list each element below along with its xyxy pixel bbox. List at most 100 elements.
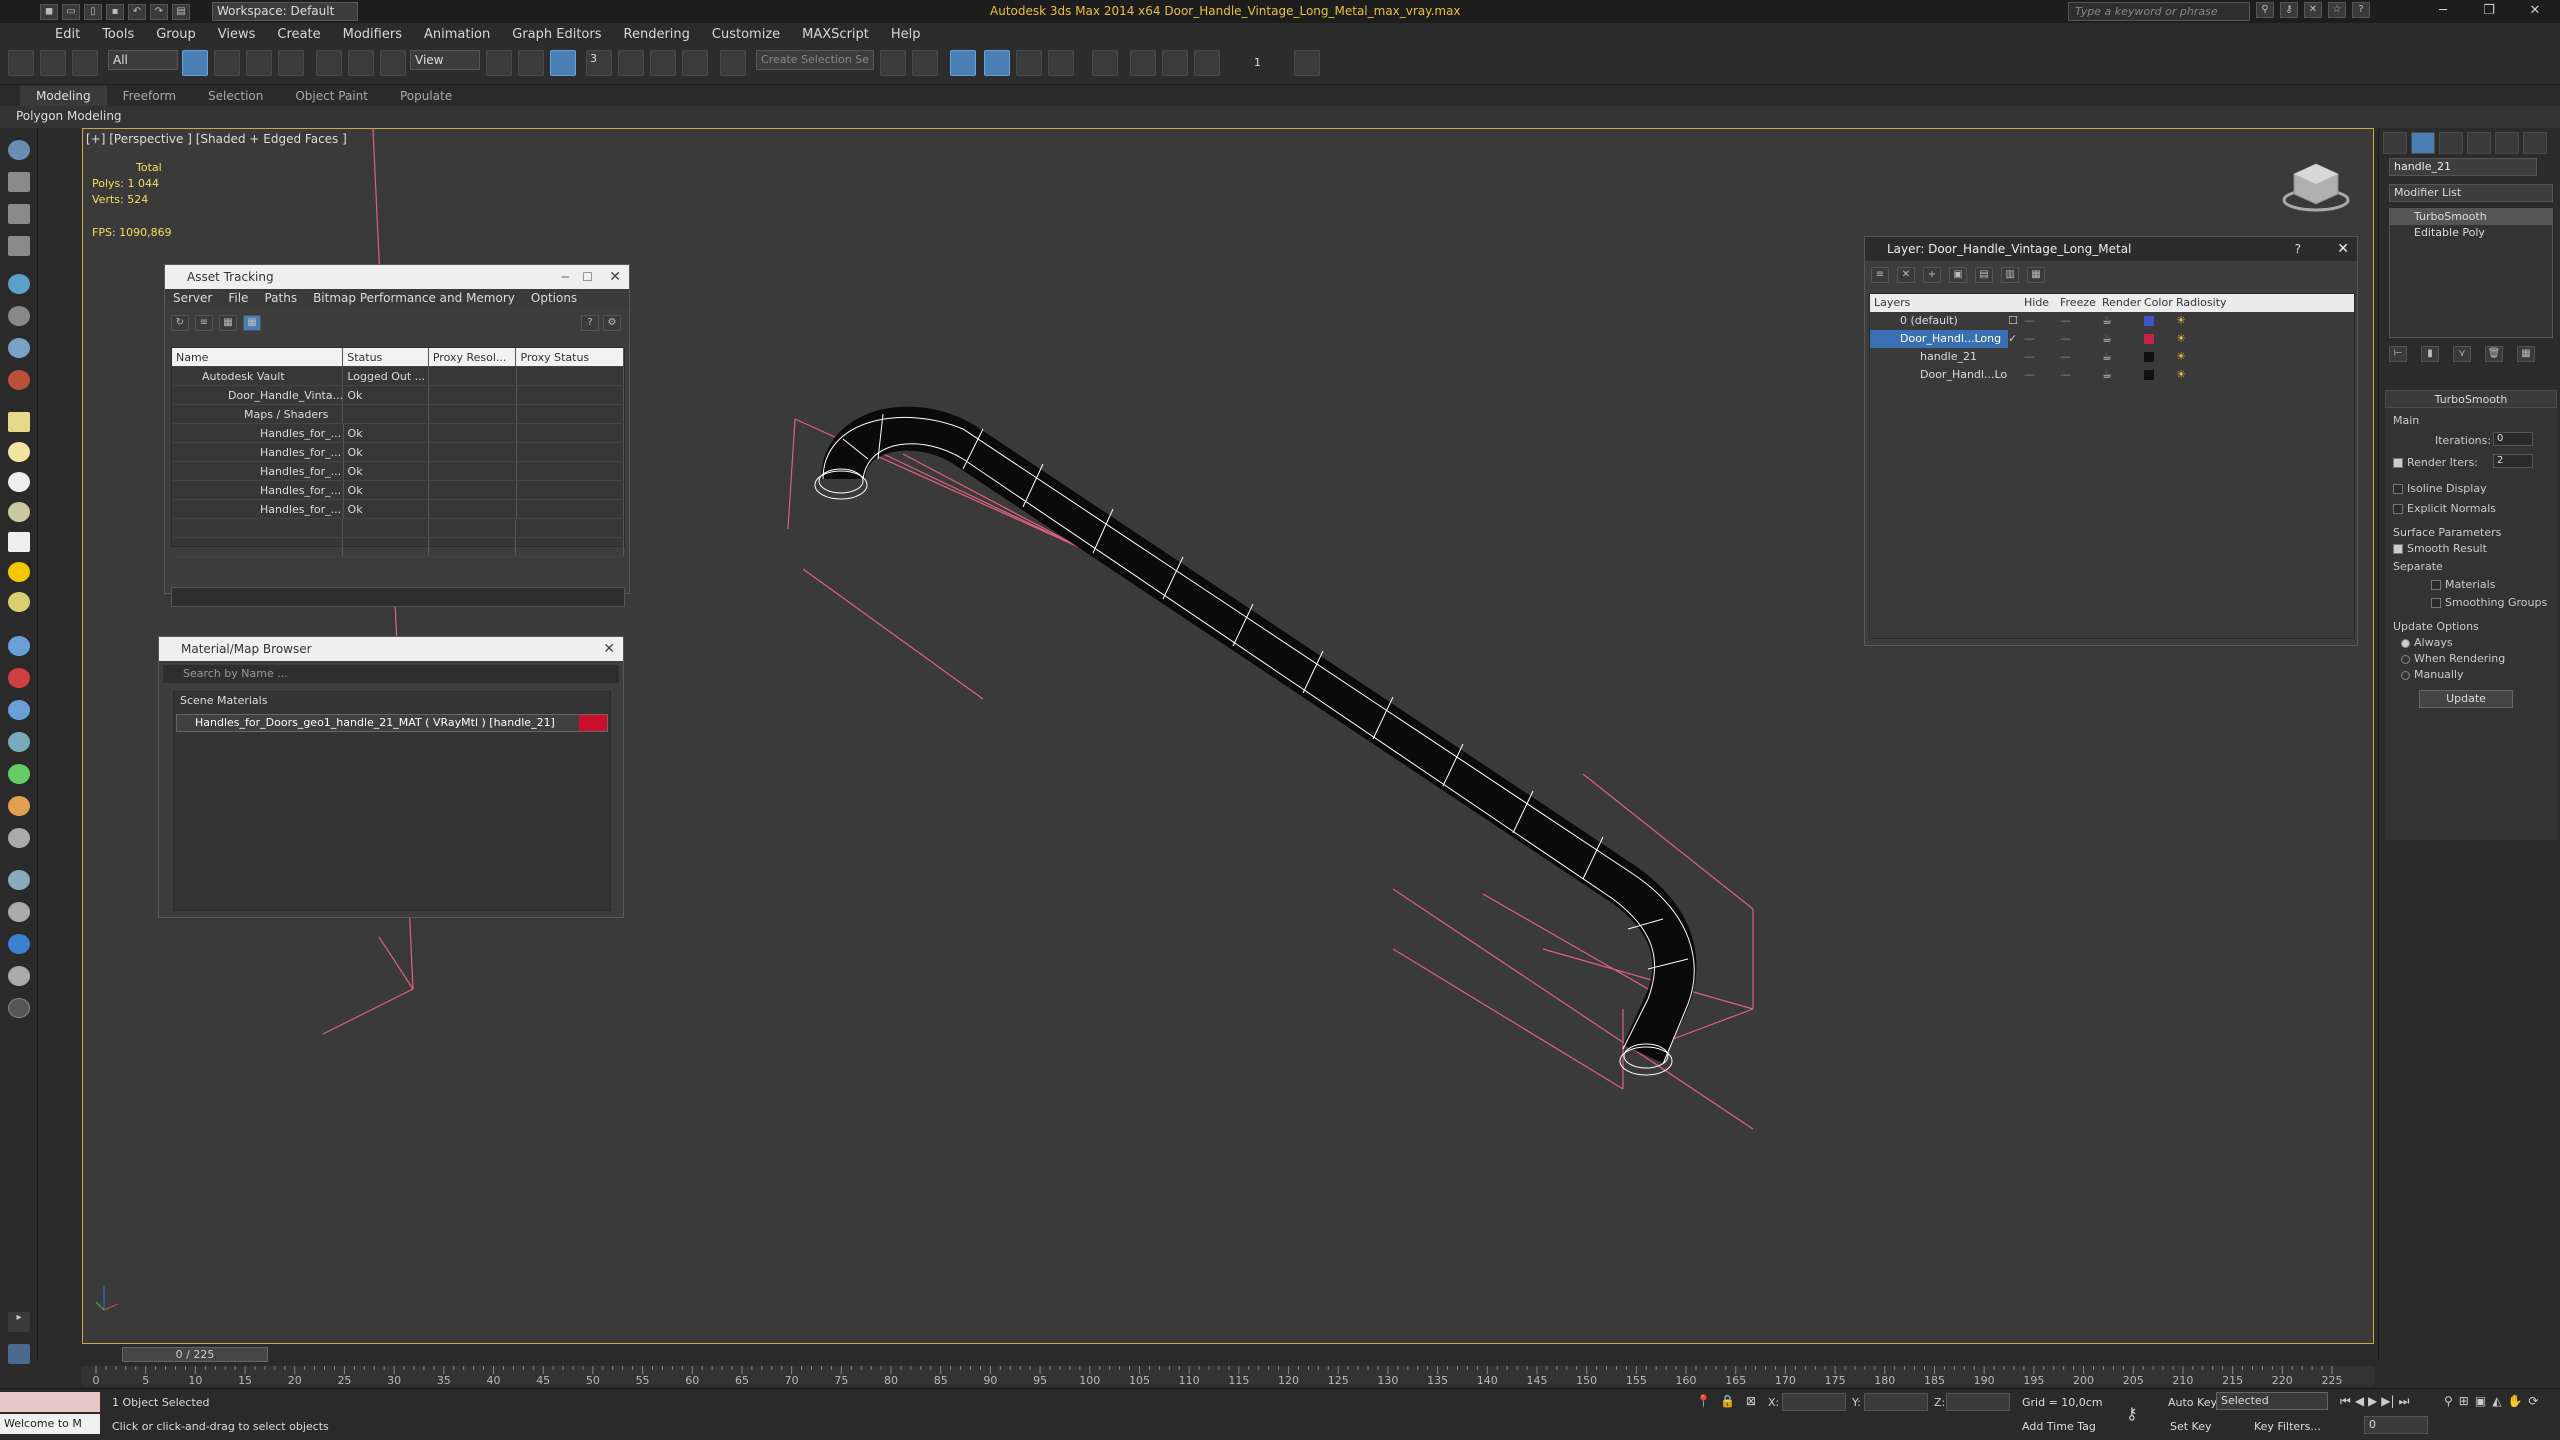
render-iters-spinner[interactable]: 2 [2493, 454, 2533, 468]
layer-color-swatch[interactable] [2144, 316, 2154, 326]
menu-maxscript[interactable]: MAXScript [791, 24, 880, 45]
layer-color-swatch[interactable] [2144, 334, 2154, 344]
layer-titlebar[interactable]: Layer: Door_Handle_Vintage_Long_Metal ? … [1865, 237, 2357, 261]
menu-graph-editors[interactable]: Graph Editors [501, 24, 612, 45]
y-field[interactable] [1864, 1393, 1928, 1411]
tool-icon[interactable] [8, 236, 30, 256]
sphere-icon[interactable] [8, 472, 30, 492]
refresh-icon[interactable]: ↻ [171, 315, 189, 331]
tab-populate[interactable]: Populate [384, 86, 468, 106]
delete-layer-icon[interactable]: ✕ [1897, 267, 1915, 283]
select-object-icon[interactable] [182, 50, 208, 76]
snaps-toggle-icon[interactable]: 3 [586, 50, 612, 76]
col-render[interactable]: Render [2102, 294, 2144, 312]
key-icon[interactable]: ⚷ [2280, 2, 2298, 18]
binoculars-icon[interactable]: ⚲ [2256, 2, 2274, 18]
menu-animation[interactable]: Animation [413, 24, 501, 45]
tool-icon[interactable] [8, 700, 30, 720]
rendered-frame-icon[interactable] [1162, 50, 1188, 76]
percent-snap-icon[interactable] [650, 50, 676, 76]
menu-modifiers[interactable]: Modifiers [332, 24, 413, 45]
open-icon[interactable]: ▯ [84, 3, 102, 20]
tool-icon[interactable] [8, 796, 30, 816]
light-icon[interactable] [8, 562, 30, 582]
mat-browser-titlebar[interactable]: Material/Map Browser ✕ [159, 637, 623, 661]
rotate-icon[interactable] [348, 50, 374, 76]
table-row[interactable]: Autodesk Vault Logged Out ... [172, 367, 625, 386]
isolate-icon[interactable]: 📍 [1696, 1394, 1711, 1408]
grid-icon[interactable]: ▦ [243, 315, 261, 331]
current-frame-field[interactable]: 0 [2364, 1416, 2428, 1434]
col-name[interactable]: Name [172, 348, 344, 366]
ribbon-toggle-icon[interactable] [984, 50, 1010, 76]
set-key-button[interactable]: Set Key [2170, 1420, 2212, 1433]
layer-color-swatch[interactable] [2144, 370, 2154, 380]
star-icon[interactable]: ☆ [2328, 2, 2346, 18]
material-item[interactable]: Handles_for_Doors_geo1_handle_21_MAT ( V… [176, 714, 608, 732]
always-radio[interactable] [2401, 638, 2410, 648]
schematic-view-icon[interactable] [1048, 50, 1074, 76]
col-freeze[interactable]: Freeze [2060, 294, 2102, 312]
teapot-icon[interactable] [8, 592, 30, 612]
highlight-layer-icon[interactable]: ▤ [1975, 267, 1993, 283]
tool-icon[interactable] [8, 966, 30, 986]
tab-object-paint[interactable]: Object Paint [279, 86, 384, 106]
render-production-icon[interactable] [1194, 50, 1220, 76]
layer-row[interactable]: Door_Handl...Long ✓ — — ☕ ☀ [1870, 330, 2354, 348]
col-radiosity[interactable]: Radiosity [2176, 294, 2234, 312]
mirror-icon[interactable] [880, 50, 906, 76]
smoothing-groups-row[interactable]: Smoothing Groups [2431, 596, 2547, 609]
zoom-extents-icon[interactable]: ▣ [2475, 1394, 2486, 1408]
table-row[interactable]: Door_Handle_Vinta... Ok [172, 386, 624, 405]
play-icon[interactable]: ▶ [2368, 1394, 2377, 1409]
scale-icon[interactable] [380, 50, 406, 76]
always-row[interactable]: Always [2401, 636, 2453, 649]
z-field[interactable] [1946, 1393, 2010, 1411]
col-layers[interactable]: Layers [1870, 294, 2024, 312]
help-icon[interactable] [8, 998, 30, 1018]
menu-options[interactable]: Options [531, 289, 593, 307]
maxscript-listener[interactable] [0, 1392, 100, 1412]
table-row[interactable]: Maps / Shaders [172, 405, 624, 424]
redo-icon[interactable]: ↷ [150, 3, 168, 20]
explicit-normals-row[interactable]: Explicit Normals [2393, 502, 2496, 515]
window-crossing-icon[interactable] [278, 50, 304, 76]
when-rendering-radio[interactable] [2401, 654, 2410, 664]
asset-path-field[interactable] [171, 587, 625, 607]
align-icon[interactable] [912, 50, 938, 76]
col-color[interactable]: Color [2144, 294, 2176, 312]
table-icon[interactable]: ▦ [219, 315, 237, 331]
layer-row[interactable]: 0 (default) ☐ — — ☕ ☀ [1870, 312, 2354, 330]
menu-edit[interactable]: Edit [44, 24, 91, 45]
help-icon[interactable]: ? [2352, 2, 2370, 18]
orbit-icon[interactable]: ⟳ [2528, 1394, 2538, 1408]
add-time-tag[interactable]: Add Time Tag [2022, 1420, 2096, 1433]
render-iters-checkbox[interactable] [2393, 458, 2403, 468]
menu-paths[interactable]: Paths [264, 289, 313, 307]
tool-icon[interactable] [8, 370, 30, 390]
select-by-name-icon[interactable] [214, 50, 240, 76]
maximize-icon[interactable]: ☐ [582, 265, 593, 289]
close-icon[interactable]: ✕ [2512, 0, 2558, 22]
tool-icon[interactable] [8, 172, 30, 192]
exchange-icon[interactable]: ✕ [2304, 2, 2322, 18]
show-end-result-icon[interactable]: ▮ [2421, 346, 2439, 362]
project-icon[interactable]: ▤ [172, 3, 190, 20]
hide-all-icon[interactable]: ▥ [2001, 267, 2019, 283]
settings-icon[interactable]: ⚙ [603, 315, 621, 331]
zoom-icon[interactable]: ⚲ [2444, 1394, 2453, 1408]
pivot-center-icon[interactable] [486, 50, 512, 76]
time-slider[interactable]: 0 / 225 [40, 1344, 2376, 1366]
tool-icon[interactable] [8, 668, 30, 688]
scene-materials-header[interactable]: Scene Materials [174, 692, 610, 710]
edit-named-sel-icon[interactable] [720, 50, 746, 76]
layer-row[interactable]: Door_Handl...Lo — — ☕ ☀ [1870, 366, 2354, 384]
tab-modeling[interactable]: Modeling [20, 86, 107, 106]
menu-create[interactable]: Create [266, 24, 331, 45]
menu-customize[interactable]: Customize [701, 24, 791, 45]
minimize-icon[interactable]: ─ [562, 265, 569, 289]
workspace-dropdown[interactable]: Workspace: Default [212, 2, 358, 21]
list-icon[interactable]: ≡ [195, 315, 213, 331]
lock-icon[interactable]: 🔒 [1720, 1394, 1735, 1408]
update-button[interactable]: Update [2419, 690, 2513, 708]
